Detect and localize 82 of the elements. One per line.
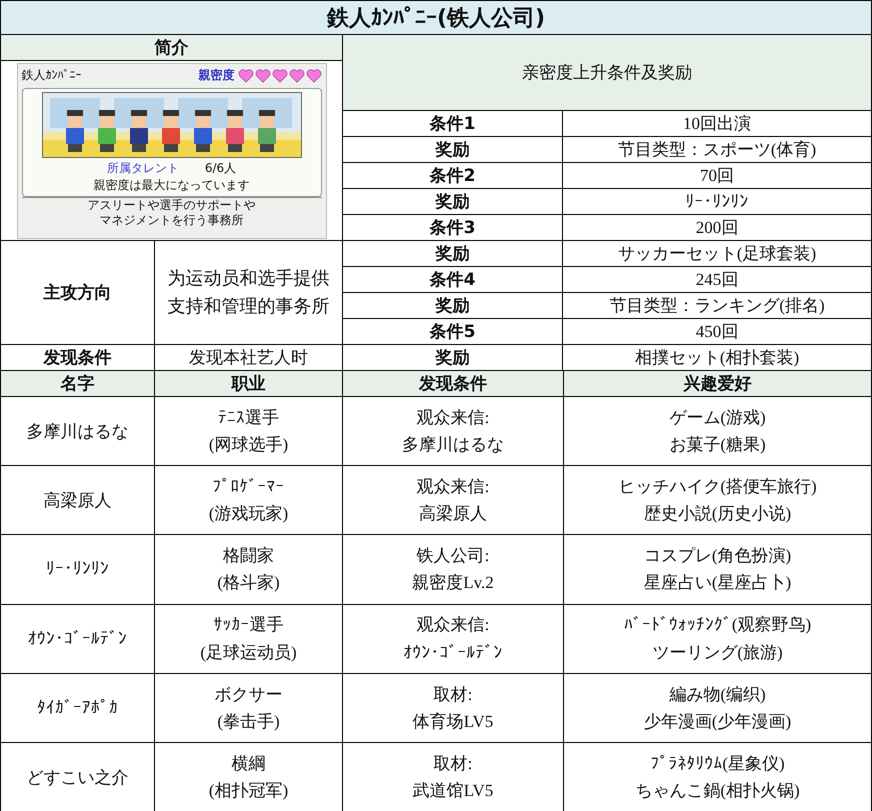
discover-text: 高梁原人 <box>419 503 487 526</box>
section-header: 亲密度上升条件及奖励 <box>343 35 872 111</box>
talent-label: 所属タレント <box>106 160 179 176</box>
talent-name: どすこい之介 <box>1 742 155 811</box>
discover-text: 親密度Lv.2 <box>412 572 494 594</box>
company-name: 鉄人ｶﾝﾊﾟﾆｰ <box>22 67 82 84</box>
discover-text: 观众来信: <box>416 614 490 636</box>
intimacy-label: 親密度 <box>198 67 234 84</box>
hobby-text: 歴史小説(历史小说) <box>644 503 792 526</box>
job-text: ボクサー <box>214 684 282 706</box>
talent-name: 多摩川はるな <box>1 397 155 466</box>
job-text: 横綱 <box>232 752 266 775</box>
job-text: (游戏玩家) <box>208 503 288 526</box>
discover-text: 多摩川はるな <box>402 434 504 456</box>
job-text: ﾃﾆｽ選手 <box>218 406 279 429</box>
row-label: 发现条件 <box>1 345 155 371</box>
hobby-text: 編み物(编织) <box>669 684 766 706</box>
job-text: 格闘家 <box>223 545 274 568</box>
heart-icon <box>272 68 288 82</box>
hobby-text: ゲーム(游戏) <box>669 406 766 429</box>
talent-name: ﾀｲｶﾞｰｱﾎﾟｶ <box>1 674 155 743</box>
hobby-text: お菓子(糖果) <box>669 434 766 456</box>
discover-text: 体育场LV5 <box>412 710 494 733</box>
discover-text: 观众来信: <box>416 476 490 498</box>
job-text: (相扑冠军) <box>208 780 288 802</box>
condition-label: 条件5 <box>343 319 563 345</box>
job-text: ｻｯｶｰ選手 <box>214 614 284 636</box>
condition-value: 节目类型：スポーツ(体育) <box>563 137 872 163</box>
job-text: (足球运动员) <box>200 642 297 664</box>
condition-value: 10回出演 <box>563 111 872 137</box>
discover-text: 武道馆LV5 <box>412 780 494 802</box>
heart-icon <box>254 68 270 82</box>
condition-value: 节目类型：ランキング(排名) <box>563 293 872 319</box>
discover-text: 观众来信: <box>416 406 490 429</box>
sheet-title: 鉄人ｶﾝﾊﾟﾆｰ(铁人公司) <box>1 1 872 35</box>
job-text: ﾌﾟﾛｹﾞｰﾏｰ <box>212 476 284 498</box>
section-header: 简介 <box>1 35 343 61</box>
condition-label: 条件3 <box>343 215 563 241</box>
condition-label: 奖励 <box>343 293 563 319</box>
column-header: 名字 <box>1 371 155 397</box>
hobby-text: ﾊﾞｰﾄﾞｳｫｯﾁﾝｸﾞ(观察野鸟) <box>624 614 812 636</box>
talent-name: ｵｳﾝ･ｺﾞｰﾙﾃﾞﾝ <box>1 604 155 674</box>
condition-value: 70回 <box>563 163 872 189</box>
description-line: アスリートや選手のサポートや <box>88 198 256 214</box>
heart-icon <box>238 68 254 82</box>
condition-label: 条件4 <box>343 267 563 293</box>
talent-name: ﾘｰ･ﾘﾝﾘﾝ <box>1 535 155 605</box>
hobby-text: ヒッチハイク(搭便车旅行) <box>618 476 817 498</box>
hobby-text: ちゃんこ鍋(相扑火锅) <box>635 780 800 802</box>
talent-count: 6/6人 <box>204 160 236 176</box>
discover-text: 取材: <box>434 752 472 775</box>
condition-label: 奖励 <box>343 241 563 267</box>
hobby-text: 星座占い(星座占卜) <box>644 572 792 594</box>
job-text: (拳击手) <box>217 710 280 733</box>
discover-text: 铁人公司: <box>416 545 490 568</box>
discover-text: 取材: <box>434 684 472 706</box>
talent-name: 高梁原人 <box>1 466 155 536</box>
condition-label: 奖励 <box>343 189 563 215</box>
condition-value: サッカーセット(足球套装) <box>563 241 872 267</box>
condition-value: ﾘｰ･ﾘﾝﾘﾝ <box>563 189 872 215</box>
condition-value: 450回 <box>563 319 872 345</box>
job-text: (网球选手) <box>208 434 288 456</box>
hobby-text: ﾌﾟﾗﾈﾀﾘｳﾑ(星象仪) <box>650 752 785 775</box>
description-line: マネジメントを行う事務所 <box>100 213 244 229</box>
condition-value: 200回 <box>563 215 872 241</box>
status-message: 親密度は最大になっています <box>94 176 250 194</box>
column-header: 发现条件 <box>343 371 564 397</box>
row-label: 主攻方向 <box>1 241 155 345</box>
heart-icon <box>288 68 304 82</box>
focus-text: 为运动员和选手提供支持和管理的事务所 <box>155 241 343 345</box>
heart-icon <box>306 68 322 82</box>
hobby-text: コスプレ(角色扮演) <box>644 545 792 568</box>
condition-label: 奖励 <box>343 137 563 163</box>
condition-value: 245回 <box>563 267 872 293</box>
column-header: 兴趣爱好 <box>564 371 872 397</box>
hobby-text: 少年漫画(少年漫画) <box>644 710 792 733</box>
condition-label: 条件2 <box>343 163 563 189</box>
condition-label: 条件1 <box>343 111 563 137</box>
hobby-text: ツーリング(旅游) <box>652 642 783 664</box>
discover-text: ｵｳﾝ･ｺﾞｰﾙﾃﾞﾝ <box>404 642 502 664</box>
job-text: (格斗家) <box>217 572 280 594</box>
column-header: 职业 <box>155 371 343 397</box>
